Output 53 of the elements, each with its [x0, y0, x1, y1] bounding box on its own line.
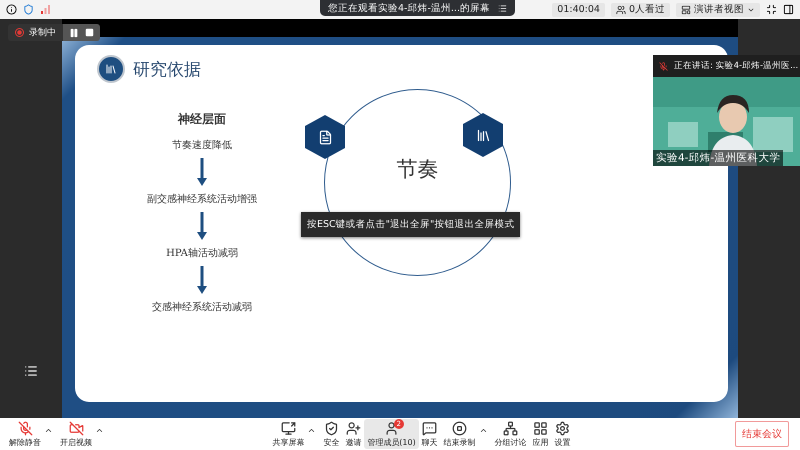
people-icon [616, 4, 626, 14]
info-icon[interactable] [6, 4, 17, 15]
flow-step: 节奏速度降低 [172, 138, 232, 152]
person-icon [384, 420, 399, 436]
down-arrow-icon [197, 266, 207, 294]
screen-share-notice: 您正在观看实验4-邱炜-温州...的屏幕 [320, 0, 515, 16]
toolbar-button[interactable]: 应用 [530, 419, 552, 449]
toolbar-button[interactable]: 聊天 [418, 419, 441, 449]
pause-icon[interactable] [69, 28, 79, 38]
shield-icon [324, 420, 339, 436]
side-panel-icon[interactable] [783, 4, 794, 15]
circle-label: 节奏 [396, 156, 438, 182]
microphone-off-icon [18, 420, 32, 436]
slide-title: 研究依据 [133, 58, 201, 80]
stop-icon[interactable] [85, 28, 94, 37]
flow-step: 交感神经系统活动减弱 [152, 300, 252, 314]
apps-icon [533, 420, 548, 436]
participant-name: 实验4-邱炜-温州医科大学 [653, 150, 784, 166]
signal-icon[interactable] [40, 4, 51, 15]
settings-icon [555, 420, 570, 436]
end-meeting-button[interactable]: 结束会议 [735, 421, 790, 447]
toolbar-button[interactable]: 邀请 [342, 419, 364, 449]
down-arrow-icon [197, 212, 207, 240]
layout-icon [681, 4, 691, 14]
meeting-timer: 01:40:04 [552, 2, 605, 16]
microphone-off-icon [659, 62, 668, 70]
person-add-icon [346, 420, 361, 436]
toolbar-button[interactable]: 设置 [552, 419, 574, 449]
toolbar-button[interactable]: 解除静音 [6, 419, 44, 449]
toolbar-button[interactable]: 安全 [320, 419, 342, 449]
toolbar-button[interactable]: 开启视频 [57, 419, 95, 449]
flow-heading: 神经层面 [178, 111, 226, 128]
share-screen-icon [280, 420, 296, 436]
toolbar-button[interactable]: 结束录制 [440, 419, 479, 449]
flow-step: HPA轴活动减弱 [166, 246, 238, 260]
groups-icon [503, 420, 518, 436]
chat-icon [422, 420, 438, 436]
recording-indicator: 录制中 [8, 24, 63, 41]
exit-fullscreen-icon[interactable] [766, 4, 777, 15]
flow-step: 副交感神经系统活动增强 [147, 192, 257, 206]
fullscreen-hint: 按ESC键或者点击"退出全屏"按钮退出全屏模式 [301, 212, 520, 237]
shield-icon[interactable] [23, 4, 34, 15]
speaking-label: 正在讲话: 实验4-邱炜-温州医... [674, 60, 798, 72]
book-icon [97, 55, 125, 83]
list-icon[interactable] [498, 4, 507, 12]
list-icon[interactable] [24, 364, 38, 378]
viewers-button[interactable]: 0人看过 [610, 2, 670, 16]
down-arrow-icon [197, 158, 207, 186]
toolbar-button[interactable]: 分组讨论 [492, 419, 530, 449]
stop-icon [452, 420, 468, 436]
camera-off-icon [68, 420, 84, 436]
toolbar-button[interactable]: 共享屏幕 [269, 419, 308, 449]
view-mode-button[interactable]: 演讲者视图 [676, 2, 760, 16]
